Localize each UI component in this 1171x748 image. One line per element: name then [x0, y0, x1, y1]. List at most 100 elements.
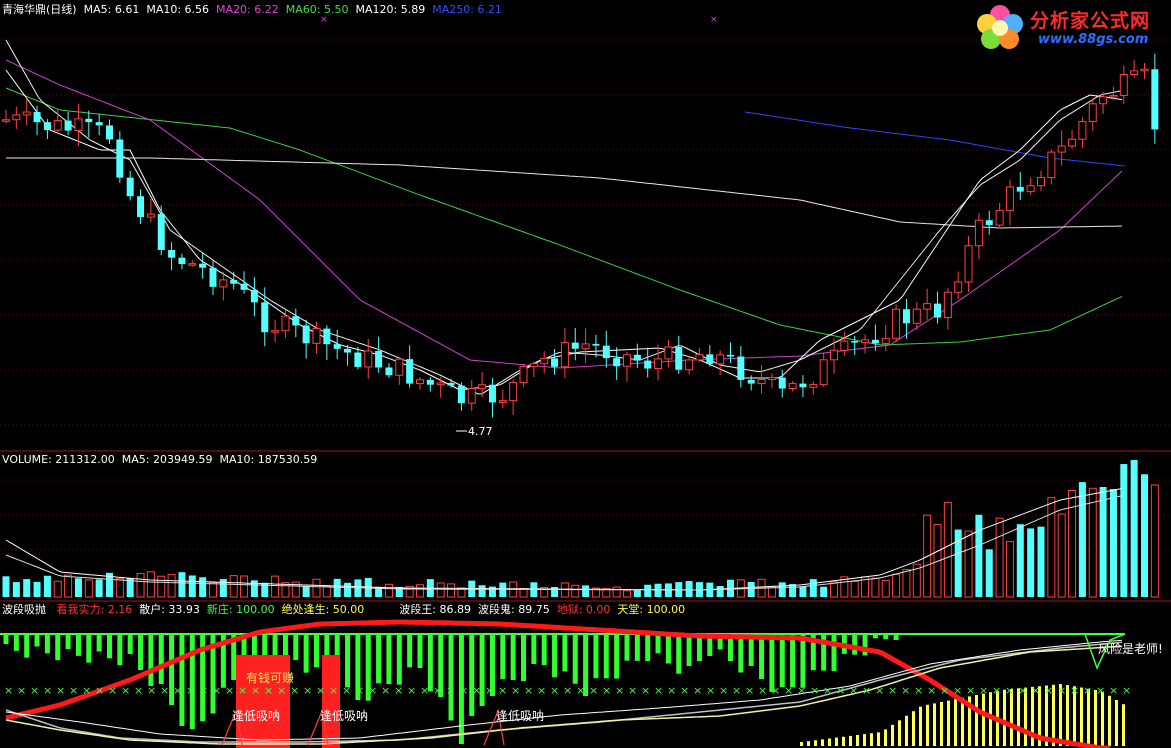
volume-bar — [188, 575, 196, 597]
volume-bar — [416, 584, 424, 598]
candle-body — [219, 279, 228, 288]
candle-body — [426, 379, 434, 385]
green-x-marker: × — [888, 684, 897, 697]
candle-body — [529, 363, 538, 368]
candle-body — [364, 350, 373, 368]
green-x-marker: × — [1044, 684, 1053, 697]
green-histogram-bar — [34, 634, 40, 647]
candle-body — [654, 358, 663, 370]
green-x-marker: × — [186, 684, 195, 697]
volume-bar — [1078, 482, 1086, 597]
yellow-histogram-bar — [863, 734, 866, 746]
buy-label: 逢低吸呐 — [232, 709, 280, 723]
candle-body — [199, 263, 207, 268]
green-histogram-bar — [117, 634, 123, 666]
green-x-marker: × — [498, 684, 507, 697]
candle-body — [116, 139, 124, 178]
green-histogram-bar — [158, 634, 164, 684]
green-x-marker: × — [576, 684, 585, 697]
volume-bar — [1088, 487, 1097, 598]
green-x-marker: × — [810, 684, 819, 697]
yellow-histogram-bar — [877, 732, 880, 746]
green-histogram-bar — [552, 634, 558, 678]
green-histogram-bar — [386, 634, 392, 684]
candle-body — [22, 111, 31, 116]
volume-bar — [271, 575, 280, 598]
volume-bar — [789, 584, 797, 597]
volume-bar — [778, 582, 786, 597]
candle-body — [633, 354, 641, 361]
green-x-marker: × — [238, 684, 247, 697]
candle-body — [1026, 185, 1035, 193]
yellow-histogram-bar — [1010, 689, 1013, 746]
volume-bar — [74, 578, 82, 597]
candle-body — [188, 263, 197, 266]
volume-bar — [23, 579, 31, 597]
green-x-marker: × — [628, 684, 637, 697]
yellow-histogram-bar — [961, 697, 964, 746]
green-x-marker: × — [797, 684, 806, 697]
candle-body — [312, 328, 321, 344]
green-x-marker: × — [251, 684, 260, 697]
green-x-marker: × — [420, 684, 429, 697]
candle-body — [675, 347, 683, 370]
green-x-marker: × — [1057, 684, 1066, 697]
green-histogram-bar — [107, 634, 112, 659]
candle-body — [1130, 70, 1139, 76]
volume-bar — [892, 573, 901, 598]
candle-body — [778, 377, 786, 389]
volume-bar — [178, 572, 186, 597]
volume-ma5: MA5: 203949.59 — [121, 453, 213, 466]
green-histogram-bar — [779, 634, 785, 687]
volume-bar — [1141, 474, 1148, 597]
green-histogram-bar — [396, 634, 402, 685]
volume-bar — [1027, 528, 1035, 597]
green-histogram-bar — [314, 634, 319, 668]
candle-body — [571, 342, 579, 349]
green-histogram-bar — [676, 634, 682, 674]
green-x-marker: × — [901, 684, 910, 697]
green-x-marker: × — [368, 684, 377, 697]
volume-bars — [2, 460, 1159, 598]
green-histogram-bar — [427, 634, 433, 692]
candle-body — [934, 303, 941, 318]
candle-body — [551, 358, 559, 367]
green-histogram-bar — [624, 634, 630, 661]
green-histogram-bar — [282, 634, 288, 658]
candle-body — [33, 112, 41, 123]
volume-bar — [799, 586, 807, 597]
candle-body — [592, 343, 600, 346]
green-histogram-bar — [179, 634, 185, 726]
candle-body — [406, 359, 414, 384]
green-x-marker: × — [17, 684, 26, 697]
green-histogram-bar — [790, 634, 796, 688]
green-histogram-bar — [127, 634, 133, 654]
green-histogram-bar — [3, 634, 9, 644]
volume-bar — [571, 584, 580, 598]
volume-bar — [582, 585, 590, 597]
candle-body — [395, 358, 404, 376]
stock-chart[interactable]: × × × × × × × × × × × × × × × × × × × × × × × × × × × × × × × × × × × × × × × ×… — [0, 0, 1171, 748]
green-x-marker: × — [1083, 684, 1092, 697]
candle-body — [178, 257, 186, 264]
volume-bar — [830, 581, 838, 598]
volume-bar — [344, 582, 352, 597]
green-x-marker: × — [355, 684, 364, 697]
candle-body — [685, 359, 694, 371]
green-x-marker: × — [667, 684, 676, 697]
green-histogram-bar — [800, 634, 806, 688]
volume-bar — [302, 586, 310, 597]
candle-body — [737, 356, 745, 380]
green-histogram-bar — [686, 634, 692, 666]
green-histogram-bar — [852, 634, 858, 655]
price-legend: 青海华鼎(日线) MA5: 6.61 MA10: 6.56 MA20: 6.22 MA6… — [2, 3, 509, 17]
green-x-marker: × — [1005, 684, 1014, 697]
candle-body — [1057, 145, 1066, 153]
candle-body — [809, 383, 818, 388]
candle-body — [1088, 103, 1097, 123]
yellow-histogram-bar — [905, 715, 908, 746]
volume-legend: VOLUME: 211312.00 MA5: 203949.59 MA10: 187… — [2, 453, 324, 467]
candle-body — [519, 366, 528, 384]
green-x-marker: × — [95, 684, 104, 697]
candle-body — [333, 344, 341, 349]
